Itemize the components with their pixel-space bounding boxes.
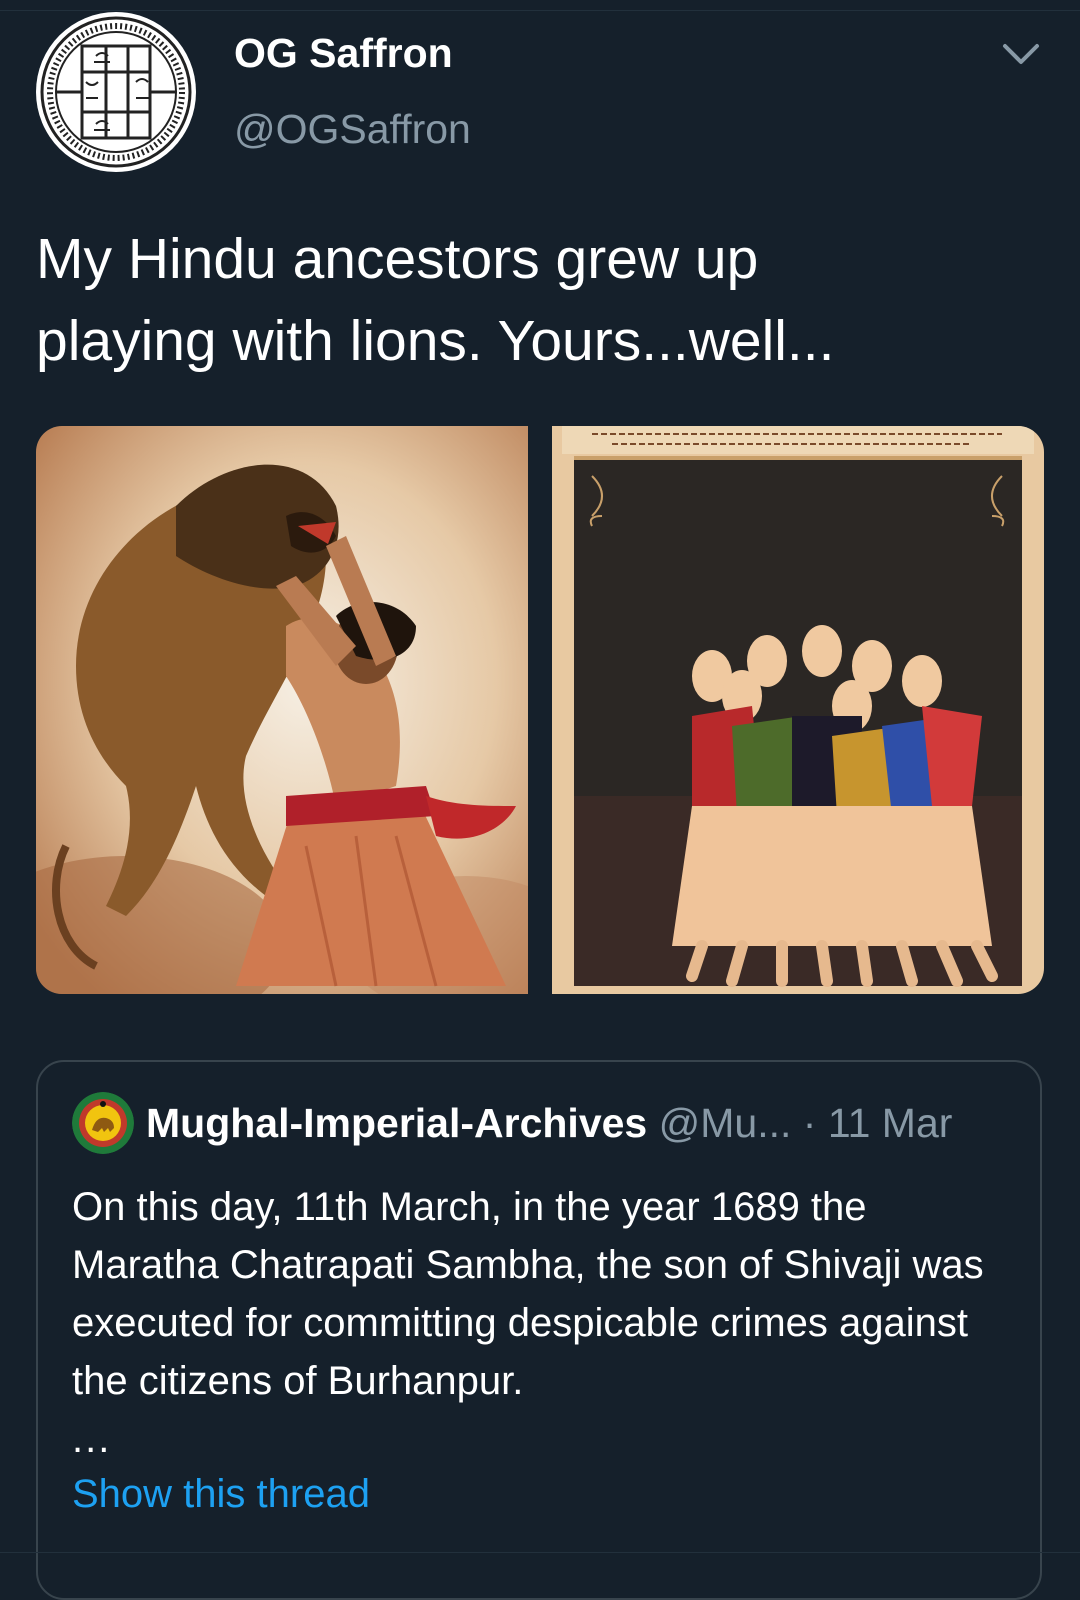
tweet: OG Saffron @OGSaffron My Hindu ancestors… (0, 0, 1080, 1600)
quoted-handle[interactable]: @Mu... (659, 1100, 792, 1146)
author-display-name[interactable]: OG Saffron (234, 30, 453, 77)
media-image-1[interactable] (36, 426, 528, 994)
author-avatar[interactable] (36, 12, 196, 172)
media-image-2[interactable] (552, 426, 1044, 994)
quoted-date[interactable]: 11 Mar (828, 1100, 953, 1146)
quoted-author-avatar[interactable] (72, 1092, 134, 1154)
lion-fight-painting-image (36, 426, 528, 994)
author-handle[interactable]: @OGSaffron (234, 106, 471, 153)
lion-emblem-icon (72, 1092, 134, 1154)
show-thread-link[interactable]: Show this thread (72, 1472, 370, 1517)
quoted-tweet[interactable]: Mughal-Imperial-Archives @Mu... · 11 Mar… (36, 1060, 1042, 1600)
seal-emblem-icon (38, 14, 194, 170)
quoted-header: Mughal-Imperial-Archives @Mu... · 11 Mar (146, 1096, 1036, 1150)
bottom-divider (0, 1552, 1080, 1553)
truncation-ellipsis: ... (72, 1417, 112, 1461)
mughal-miniature-painting-image (552, 426, 1044, 994)
tweet-text: My Hindu ancestors grew up playing with … (36, 227, 835, 373)
more-options-button[interactable] (996, 36, 1046, 76)
quoted-tweet-text: On this day, 11th March, in the year 168… (72, 1185, 984, 1403)
quoted-display-name[interactable]: Mughal-Imperial-Archives (146, 1100, 647, 1146)
chevron-down-icon (1003, 44, 1039, 64)
tweet-media (36, 426, 1044, 994)
separator-dot: · (802, 1100, 817, 1146)
